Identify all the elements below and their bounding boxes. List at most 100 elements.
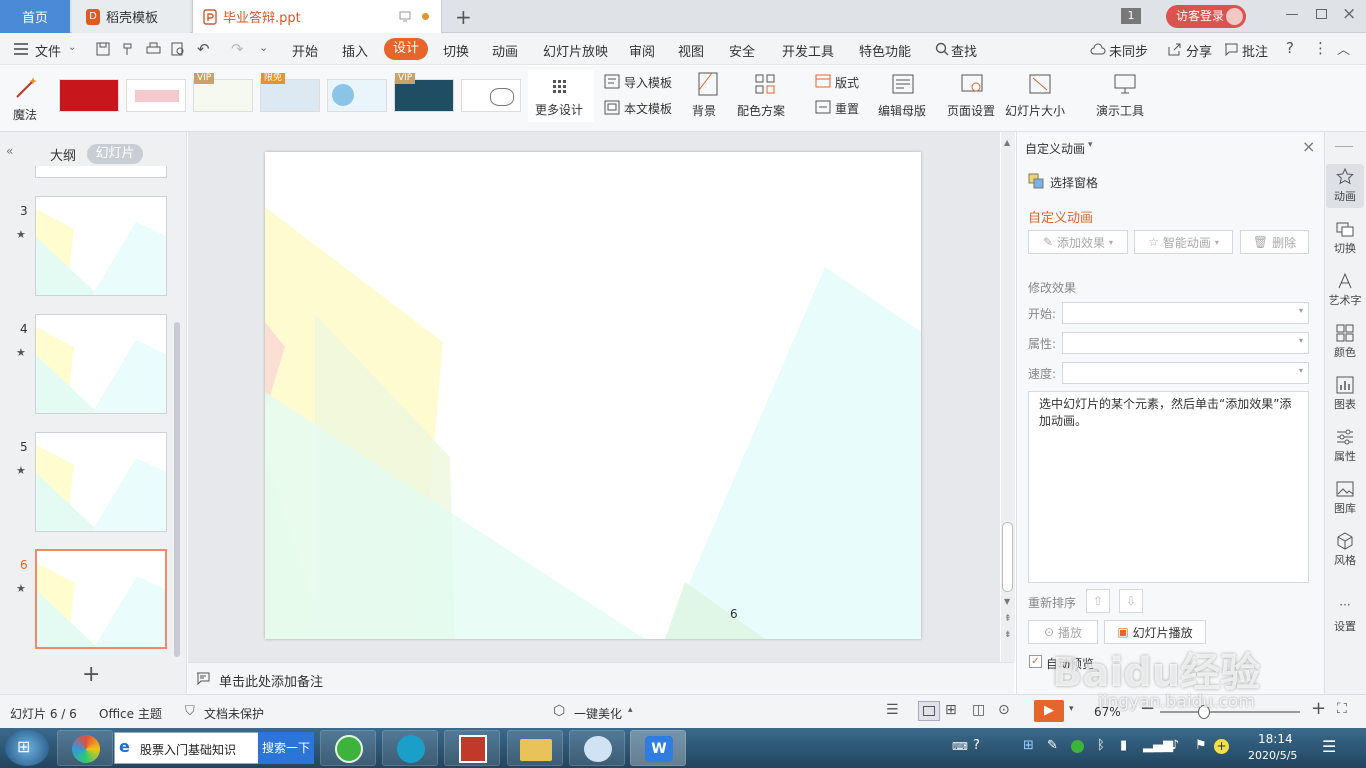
taskbar-app-wps[interactable]: W bbox=[630, 730, 686, 766]
sync-status[interactable]: 未同步 bbox=[1109, 41, 1148, 60]
template-thumb-6[interactable]: VIP bbox=[394, 73, 454, 112]
template-thumb-7[interactable] bbox=[461, 79, 521, 112]
share-button[interactable]: 分享 bbox=[1186, 41, 1212, 60]
tab-outline[interactable]: 大纲 bbox=[50, 145, 76, 164]
ime-tray-icon[interactable]: ⊞ bbox=[1023, 738, 1034, 753]
template-thumb-4[interactable]: 限免 bbox=[260, 73, 320, 112]
taskbar-app-photos[interactable] bbox=[57, 730, 113, 766]
sidebar-item-settings[interactable]: ··· 设置 bbox=[1326, 594, 1364, 638]
bluetooth-tray-icon[interactable]: ᛒ bbox=[1097, 738, 1105, 753]
new-tab-plus-icon[interactable]: + bbox=[455, 5, 472, 29]
smart-animation-button[interactable]: ☆ 智能动画 ▾ bbox=[1134, 230, 1233, 254]
fit-window-icon[interactable]: ⛶ bbox=[1337, 701, 1347, 717]
save-icon[interactable] bbox=[96, 42, 110, 56]
protection-status[interactable]: 文档未保护 bbox=[204, 705, 264, 722]
zoom-in-icon[interactable]: + bbox=[1311, 698, 1326, 719]
slide-thumb-6-selected[interactable] bbox=[35, 549, 167, 649]
tab-template[interactable]: D 稻壳模板 bbox=[72, 0, 190, 33]
collapse-ribbon-icon[interactable]: ︿ bbox=[1337, 39, 1350, 58]
template-thumb-3[interactable]: VIP bbox=[193, 73, 253, 112]
sidebar-item-wordart[interactable]: 艺术字 bbox=[1326, 268, 1364, 312]
property-select[interactable]: ▾ bbox=[1062, 332, 1309, 354]
tab-document[interactable]: 毕业答辩.ppt bbox=[192, 0, 442, 33]
search-submit-button[interactable]: 搜索一下 bbox=[258, 732, 314, 764]
comment-button[interactable]: 批注 bbox=[1242, 41, 1268, 60]
template-thumb-1[interactable] bbox=[59, 79, 119, 112]
menu-view[interactable]: 视图 bbox=[678, 41, 704, 60]
panel-title[interactable]: 自定义动画 bbox=[1025, 140, 1085, 157]
canvas-vertical-scrollbar[interactable]: ▲ ▼ ⇞ ⇟ bbox=[1001, 132, 1015, 662]
page-setup-button[interactable]: 页面设置 bbox=[945, 72, 1001, 122]
sidebar-item-animation[interactable]: 动画 bbox=[1326, 164, 1364, 208]
layout-button[interactable]: 版式 bbox=[815, 74, 875, 92]
current-slide[interactable]: 6 bbox=[265, 152, 921, 639]
menu-animation[interactable]: 动画 bbox=[492, 41, 518, 60]
menu-slideshow[interactable]: 幻灯片放映 bbox=[543, 41, 608, 60]
share-icon[interactable] bbox=[1167, 42, 1181, 56]
scroll-down-icon[interactable]: ▼ bbox=[1004, 597, 1010, 606]
keyboard-tray-icon[interactable]: ⌨ bbox=[952, 740, 968, 753]
window-count-badge[interactable]: 1 bbox=[1121, 8, 1141, 24]
reading-view-icon[interactable]: ◫ bbox=[972, 702, 985, 718]
hamburger-icon[interactable] bbox=[14, 43, 28, 55]
action-center-icon[interactable]: ☰ bbox=[1322, 737, 1336, 756]
presenter-view-icon[interactable]: ⊙ bbox=[998, 702, 1010, 718]
import-template-button[interactable]: 导入模板 bbox=[604, 74, 676, 92]
more-options-icon[interactable]: ⋮ bbox=[1313, 39, 1328, 57]
template-thumb-2[interactable] bbox=[126, 79, 186, 112]
monitor-icon[interactable] bbox=[399, 11, 411, 22]
menu-search[interactable]: 查找 bbox=[951, 41, 977, 60]
magic-button[interactable]: 魔法 bbox=[10, 70, 46, 122]
add-effect-button[interactable]: ✎ 添加效果 ▾ bbox=[1028, 230, 1128, 254]
sidebar-item-chart[interactable]: 图表 bbox=[1326, 372, 1364, 416]
clock-time[interactable]: 18:14 bbox=[1258, 732, 1293, 746]
help-tray-icon[interactable]: ? bbox=[973, 738, 980, 753]
format-painter-icon[interactable] bbox=[121, 42, 136, 57]
menu-developer[interactable]: 开发工具 bbox=[782, 41, 834, 60]
minimize-icon[interactable] bbox=[1286, 14, 1298, 15]
sidebar-item-style[interactable]: 风格 bbox=[1326, 528, 1364, 572]
start-select[interactable]: ▾ bbox=[1062, 302, 1309, 324]
tab-home[interactable]: 首页 bbox=[0, 0, 70, 33]
close-panel-icon[interactable]: × bbox=[1302, 137, 1315, 156]
slide-size-button[interactable]: 幻灯片大小 bbox=[1005, 72, 1077, 122]
menu-security[interactable]: 安全 bbox=[729, 41, 755, 60]
close-window-icon[interactable]: × bbox=[1342, 4, 1356, 24]
normal-view-icon[interactable] bbox=[918, 701, 940, 721]
color-scheme-button[interactable]: 配色方案 bbox=[737, 72, 797, 122]
quick-access-more-icon[interactable]: ⌄ bbox=[259, 41, 268, 54]
taskbar-app-explorer[interactable] bbox=[507, 730, 563, 766]
menu-features[interactable]: 特色功能 bbox=[859, 41, 911, 60]
this-template-button[interactable]: 本文模板 bbox=[604, 100, 676, 118]
selection-pane-button[interactable]: 选择窗格 bbox=[1050, 174, 1098, 191]
search-icon[interactable] bbox=[935, 42, 949, 56]
animation-list-box[interactable]: 选中幻灯片的某个元素，然后单击“添加效果”添加动画。 bbox=[1028, 391, 1309, 583]
slide-thumb-partial[interactable] bbox=[35, 166, 167, 178]
menu-design[interactable]: 设计 bbox=[384, 38, 428, 60]
sidebar-item-gallery[interactable]: 图库 bbox=[1326, 476, 1364, 520]
battery-tray-icon[interactable]: ▮ bbox=[1120, 738, 1127, 753]
menu-insert[interactable]: 插入 bbox=[342, 41, 368, 60]
slide-thumb-3[interactable] bbox=[35, 196, 167, 296]
more-design-button[interactable]: 更多设计 bbox=[528, 70, 594, 122]
redo-icon[interactable]: ↷ bbox=[231, 40, 244, 58]
move-up-button[interactable]: ⇧ bbox=[1086, 589, 1110, 613]
next-slide-icon[interactable]: ⇟ bbox=[1004, 630, 1012, 640]
scroll-up-icon[interactable]: ▲ bbox=[1004, 138, 1010, 147]
edit-master-button[interactable]: 编辑母版 bbox=[876, 72, 932, 122]
selection-pane-icon[interactable] bbox=[1028, 173, 1044, 189]
menu-file[interactable]: 文件 bbox=[35, 41, 61, 60]
taskbar-app-360[interactable] bbox=[320, 730, 376, 766]
undo-icon[interactable]: ↶ bbox=[197, 40, 210, 58]
add-slide-plus-icon[interactable]: + bbox=[82, 662, 100, 687]
print-icon[interactable] bbox=[146, 42, 161, 56]
beautify-button[interactable]: 一键美化 bbox=[574, 705, 622, 722]
sidebar-item-color[interactable]: 颜色 bbox=[1326, 320, 1364, 364]
comment-icon[interactable] bbox=[1224, 42, 1238, 56]
print-preview-icon[interactable] bbox=[171, 42, 186, 57]
restore-icon[interactable] bbox=[1316, 9, 1327, 19]
play-slideshow-button[interactable]: ▶ bbox=[1034, 700, 1064, 722]
flag-tray-icon[interactable]: ⚑ bbox=[1195, 738, 1207, 753]
autopreview-checkbox[interactable]: ✓ bbox=[1029, 655, 1042, 668]
tab-slides[interactable]: 幻灯片 bbox=[87, 144, 143, 164]
